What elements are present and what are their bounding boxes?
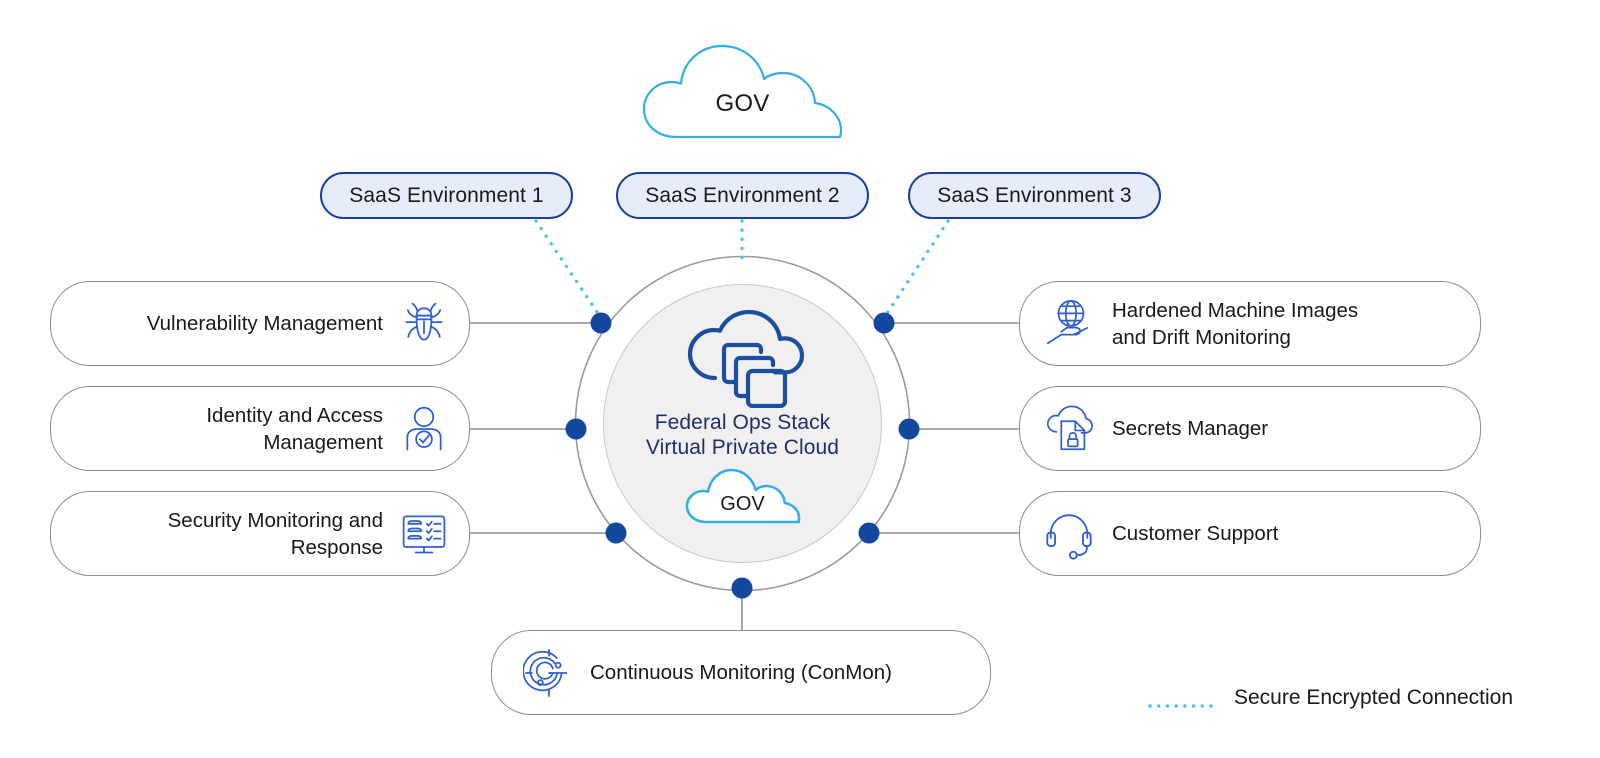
panel-customer-support[interactable]: Customer Support <box>1019 491 1481 576</box>
hub-title: Federal Ops Stack Virtual Private Cloud <box>646 410 839 460</box>
hub-gov-badge: GOV <box>684 467 802 525</box>
panel-vulnerability-management-label: Vulnerability Management <box>146 312 383 335</box>
panel-customer-support-label: Customer Support <box>1112 522 1279 545</box>
panel-vulnerability-management[interactable]: Vulnerability Management <box>50 281 470 366</box>
globe-in-hand-icon <box>1042 297 1096 351</box>
gov-cloud-top-label: GOV <box>715 90 770 117</box>
saas-environment-1-label: SaaS Environment 1 <box>349 183 544 207</box>
hub-content: Federal Ops Stack Virtual Private Cloud … <box>603 284 882 563</box>
diagram-canvas: GOV SaaS Environment 1 SaaS Environment … <box>0 0 1600 758</box>
panel-secrets-manager-label: Secrets Manager <box>1112 417 1269 440</box>
legend-dotted-line-swatch <box>1148 696 1220 708</box>
panel-security-monitoring-and-response[interactable]: Security Monitoring and Response <box>50 491 470 576</box>
saas-environment-3-label: SaaS Environment 3 <box>937 183 1132 207</box>
cloud-locked-document-icon <box>1042 402 1096 456</box>
gov-cloud-top: GOV <box>640 38 845 143</box>
junction-dot-bottom <box>731 577 753 599</box>
hub-gov-label: GOV <box>720 493 765 515</box>
panel-hardened-machine-images[interactable]: Hardened Machine Images and Drift Monito… <box>1019 281 1481 366</box>
hub-title-line-1: Federal Ops Stack <box>654 411 831 434</box>
hub-title-line-2: Virtual Private Cloud <box>645 436 840 459</box>
panel-continuous-monitoring-label: Continuous Monitoring (ConMon) <box>590 661 892 684</box>
saas-environment-1[interactable]: SaaS Environment 1 <box>320 172 573 219</box>
secure-link-saas-3 <box>882 219 950 320</box>
legend: Secure Encrypted Connection <box>1148 686 1513 710</box>
panel-identity-and-access-management-label: Identity and Access Management <box>206 403 383 454</box>
headset-icon <box>1042 507 1096 561</box>
panel-secrets-manager[interactable]: Secrets Manager <box>1019 386 1481 471</box>
user-verified-icon <box>397 402 451 456</box>
saas-environment-3[interactable]: SaaS Environment 3 <box>908 172 1161 219</box>
secure-link-saas-1 <box>534 219 603 320</box>
panel-security-monitoring-and-response-label: Security Monitoring and Response <box>167 508 383 559</box>
saas-environment-2-label: SaaS Environment 2 <box>645 183 840 207</box>
monitor-checklist-icon <box>397 507 451 561</box>
panel-continuous-monitoring[interactable]: Continuous Monitoring (ConMon) <box>491 630 991 715</box>
saas-environment-2[interactable]: SaaS Environment 2 <box>616 172 869 219</box>
bug-icon <box>397 297 451 351</box>
legend-label: Secure Encrypted Connection <box>1234 686 1513 709</box>
cloud-with-stacked-layers-icon <box>687 310 804 408</box>
junction-dot-left-mid <box>565 418 587 440</box>
junction-dot-right-mid <box>898 418 920 440</box>
radar-monitoring-icon <box>522 646 576 700</box>
panel-identity-and-access-management[interactable]: Identity and Access Management <box>50 386 470 471</box>
panel-hardened-machine-images-label: Hardened Machine Images and Drift Monito… <box>1112 298 1359 349</box>
